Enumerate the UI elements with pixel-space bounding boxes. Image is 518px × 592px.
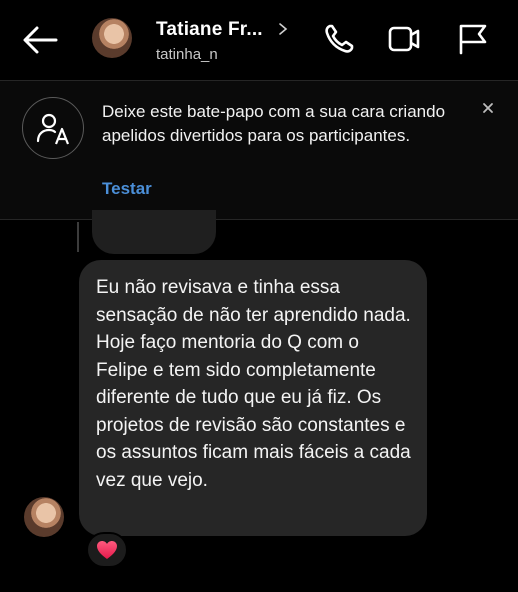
heart-icon [97,541,117,559]
video-camera-icon[interactable] [387,22,421,56]
sender-avatar[interactable] [24,497,64,537]
chat-screen: Tatiane Fr... tatinha_n Deixe este bate-… [0,0,518,592]
close-icon[interactable] [480,100,496,116]
message-text: Eu não revisava e tinha essa sensação de… [96,277,411,491]
contact-name[interactable]: Tatiane Fr... [156,19,263,41]
try-button[interactable]: Testar [102,179,152,199]
contact-avatar[interactable] [92,18,132,58]
nickname-icon-circle [22,97,84,159]
previous-message-bubble[interactable] [92,210,216,254]
reaction-badge[interactable] [86,532,128,568]
phone-icon[interactable] [322,22,356,56]
banner-divider [0,219,518,220]
nickname-banner: Deixe este bate-papo com a sua cara cria… [0,81,518,219]
contact-username[interactable]: tatinha_n [156,46,218,63]
nickname-icon [36,113,70,145]
chevron-right-icon[interactable] [277,22,289,36]
reply-indicator-line [77,222,79,252]
chat-header: Tatiane Fr... tatinha_n [0,0,518,80]
back-arrow-icon[interactable] [22,24,58,56]
banner-message: Deixe este bate-papo com a sua cara cria… [102,102,446,145]
flag-icon[interactable] [456,22,490,56]
message-bubble[interactable]: Eu não revisava e tinha essa sensação de… [79,260,427,536]
